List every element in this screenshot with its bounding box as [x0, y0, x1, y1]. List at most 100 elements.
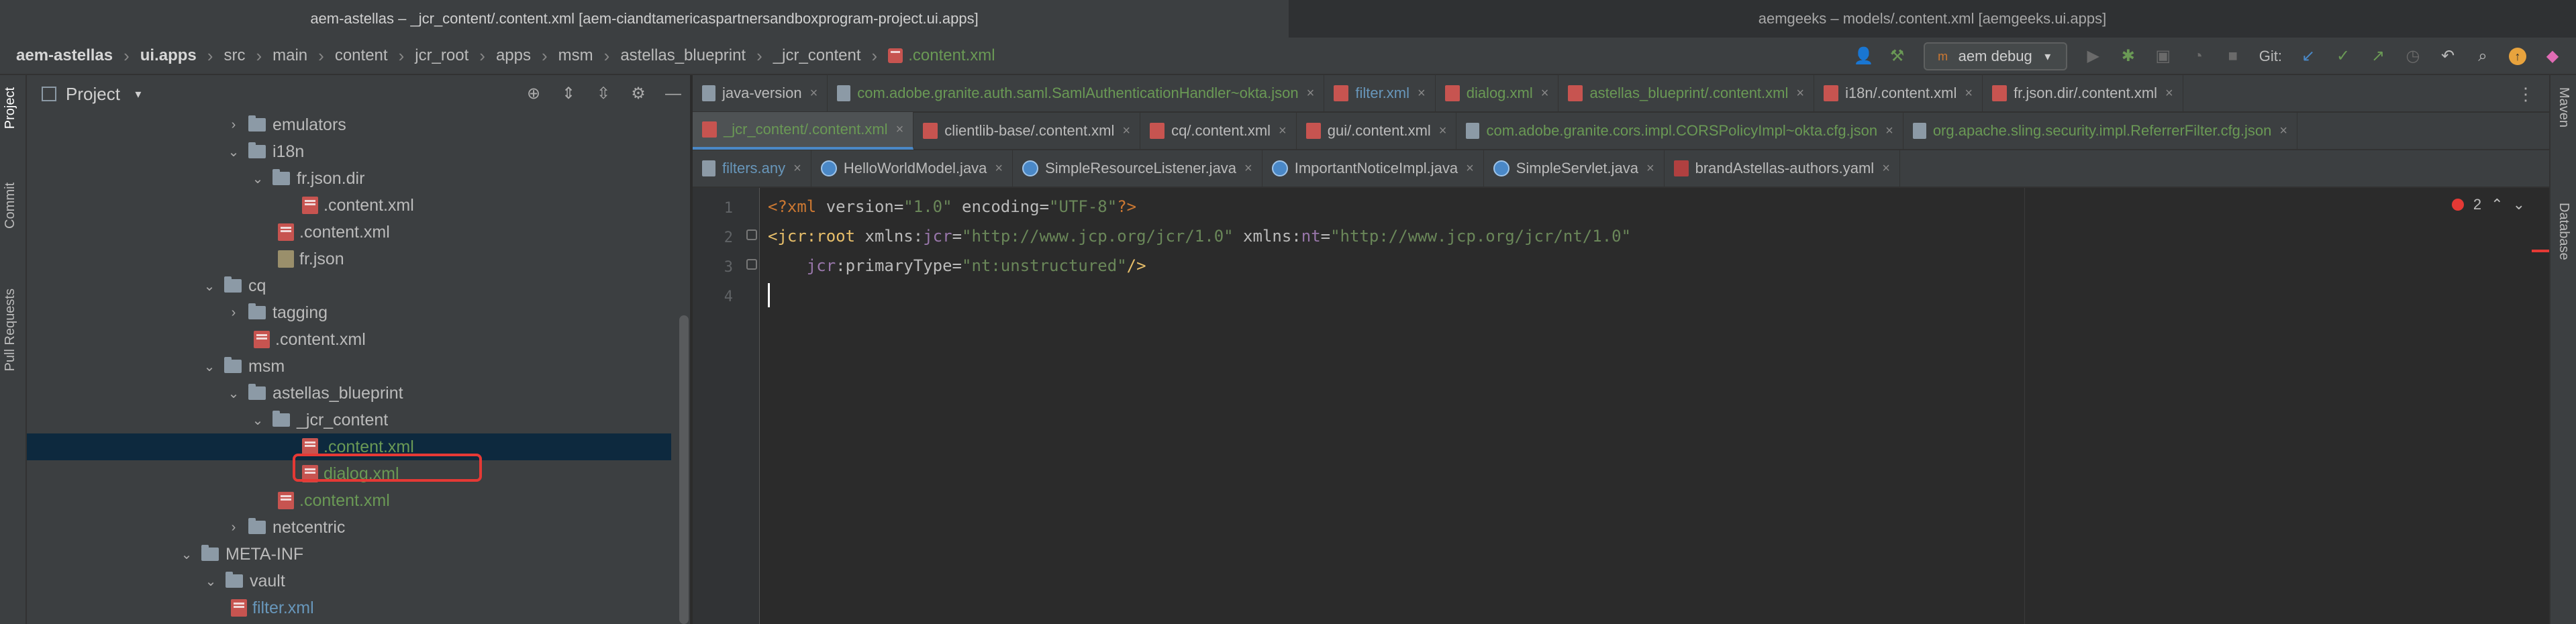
locate-icon[interactable]: ⊕	[525, 85, 542, 103]
collapse-all-icon[interactable]: ⇳	[595, 85, 612, 103]
chevron-down-icon[interactable]: ⌄	[179, 546, 195, 563]
close-icon[interactable]: ×	[1466, 161, 1474, 176]
chevron-down-icon[interactable]: ⌄	[226, 385, 242, 402]
tool-tab-project[interactable]: Project	[3, 87, 18, 129]
tree-item-netcentric[interactable]: › netcentric	[27, 514, 671, 541]
tree-item-content-xml[interactable]: .content.xml	[27, 219, 671, 246]
breadcrumb-msm[interactable]: msm	[558, 46, 593, 65]
close-icon[interactable]: ×	[1796, 86, 1804, 101]
tree-item-content-xml[interactable]: .content.xml	[27, 192, 671, 219]
breadcrumb-module[interactable]: ui.apps	[140, 46, 197, 65]
tab-brand-astellas-authors[interactable]: brandAstellas-authors.yaml ×	[1665, 150, 1900, 187]
close-icon[interactable]: ×	[1885, 123, 1893, 139]
tree-item-cq[interactable]: ⌄ cq	[27, 272, 671, 299]
history-icon[interactable]: ◷	[2404, 48, 2422, 65]
chevron-down-icon[interactable]: ⌄	[250, 170, 266, 187]
tree-item-emulators[interactable]: › emulators	[27, 113, 671, 138]
tab-important-notice-impl[interactable]: ImportantNoticeImpl.java ×	[1262, 150, 1484, 187]
breadcrumb-main[interactable]: main	[273, 46, 307, 65]
chevron-down-icon[interactable]: ⌄	[2513, 196, 2525, 213]
close-icon[interactable]: ×	[896, 122, 904, 138]
gear-icon[interactable]: ⚙	[630, 85, 647, 103]
close-icon[interactable]: ×	[1122, 123, 1130, 139]
update-icon[interactable]: ↑	[2509, 48, 2526, 65]
coverage-icon[interactable]: ▣	[2154, 48, 2172, 65]
breadcrumb-apps[interactable]: apps	[496, 46, 531, 65]
tab-java-version[interactable]: java-version ×	[693, 74, 828, 112]
tab-saml-auth-handler[interactable]: com.adobe.granite.auth.saml.SamlAuthenti…	[828, 74, 1325, 112]
chevron-down-icon[interactable]: ⌄	[226, 144, 242, 160]
tab-cors-policy[interactable]: com.adobe.granite.cors.impl.CORSPolicyIm…	[1456, 112, 1903, 150]
close-icon[interactable]: ×	[810, 86, 818, 101]
close-icon[interactable]: ×	[1244, 161, 1252, 176]
tree-item-filter-xml[interactable]: filter.xml	[27, 594, 671, 621]
tab-clientlib-base-content[interactable]: clientlib-base/.content.xml ×	[913, 112, 1141, 150]
tree-item-tagging[interactable]: › tagging	[27, 299, 671, 326]
tree-item-meta-inf[interactable]: ⌄ META-INF	[27, 541, 671, 568]
breadcrumb-file[interactable]: .content.xml	[888, 46, 995, 65]
tab-simple-servlet[interactable]: SimpleServlet.java ×	[1484, 150, 1665, 187]
profile-icon[interactable]: ◔	[2189, 48, 2207, 65]
error-stripe-mark[interactable]	[2532, 250, 2549, 252]
close-icon[interactable]: ×	[1279, 123, 1287, 139]
hide-icon[interactable]: —	[664, 85, 682, 103]
debug-icon[interactable]: ✱	[2120, 48, 2137, 65]
git-push-icon[interactable]: ↗	[2369, 48, 2387, 65]
git-update-icon[interactable]: ↙	[2299, 48, 2317, 65]
tab-astellas-blueprint-content[interactable]: astellas_blueprint/.content.xml ×	[1558, 74, 1815, 112]
tab-dialog-xml[interactable]: dialog.xml ×	[1436, 74, 1559, 112]
code-editor[interactable]: 1 2 3 4 <?xml version="1.0" encoding="UT…	[693, 188, 2549, 624]
jetbrains-logo-icon[interactable]: ◆	[2544, 48, 2561, 65]
tab-referrer-filter[interactable]: org.apache.sling.security.impl.ReferrerF…	[1903, 112, 2298, 150]
chevron-down-icon[interactable]: ⌄	[201, 278, 217, 295]
tab-fr-json-dir-content[interactable]: fr.json.dir/.content.xml ×	[1983, 74, 2183, 112]
project-panel-title[interactable]: Project	[66, 84, 120, 105]
tree-item-jcr-content[interactable]: ⌄ _jcr_content	[27, 407, 671, 433]
run-icon[interactable]: ▶	[2085, 48, 2102, 65]
tree-item-astellas-blueprint[interactable]: ⌄ astellas_blueprint	[27, 380, 671, 407]
tab-hello-world-model[interactable]: HelloWorldModel.java ×	[811, 150, 1013, 187]
run-configuration-select[interactable]: m aem debug ▾	[1923, 42, 2067, 70]
tab-simple-resource-listener[interactable]: SimpleResourceListener.java ×	[1013, 150, 1262, 187]
tab-cq-content[interactable]: cq/.content.xml ×	[1140, 112, 1297, 150]
close-icon[interactable]: ×	[1418, 86, 1426, 101]
tab-filters-any[interactable]: filters.any ×	[693, 150, 811, 187]
more-tabs-icon[interactable]: ⋮	[2517, 75, 2534, 113]
tree-item-fr-json-dir[interactable]: ⌄ fr.json.dir	[27, 165, 671, 192]
breadcrumb-project[interactable]: aem-astellas	[16, 46, 113, 65]
tree-item-msm[interactable]: ⌄ msm	[27, 353, 671, 380]
close-icon[interactable]: ×	[1882, 161, 1890, 176]
expand-all-icon[interactable]: ⇕	[560, 85, 577, 103]
chevron-up-icon[interactable]: ⌃	[2491, 196, 2503, 213]
tree-item-content-xml[interactable]: .content.xml	[27, 487, 671, 514]
build-hammer-icon[interactable]: ⚒	[1889, 48, 1906, 65]
tool-tab-commit[interactable]: Commit	[3, 183, 18, 229]
inspection-widget[interactable]: 2 ⌃ ⌄	[2451, 196, 2525, 213]
chevron-down-icon[interactable]: ⌄	[203, 573, 219, 590]
git-commit-icon[interactable]: ✓	[2334, 48, 2352, 65]
rollback-icon[interactable]: ↶	[2439, 48, 2457, 65]
tree-item-fr-json[interactable]: fr.json	[27, 246, 671, 272]
close-icon[interactable]: ×	[1541, 86, 1549, 101]
close-icon[interactable]: ×	[1307, 86, 1315, 101]
tool-tab-pull-requests[interactable]: Pull Requests	[3, 289, 18, 371]
search-icon[interactable]: ⌕	[2474, 48, 2491, 65]
close-icon[interactable]: ×	[793, 161, 801, 176]
tab-gui-content[interactable]: gui/.content.xml ×	[1297, 112, 1457, 150]
tree-item-vault[interactable]: ⌄ vault	[27, 568, 671, 594]
breadcrumb-src[interactable]: src	[224, 46, 245, 65]
user-icon[interactable]: 👤	[1854, 48, 1874, 65]
tab-filter-xml[interactable]: filter.xml ×	[1324, 74, 1436, 112]
chevron-right-icon[interactable]: ›	[226, 520, 242, 535]
close-icon[interactable]: ×	[2279, 123, 2287, 139]
breadcrumb-content[interactable]: content	[335, 46, 388, 65]
tab-i18n-content[interactable]: i18n/.content.xml ×	[1814, 74, 1983, 112]
close-icon[interactable]: ×	[2165, 86, 2173, 101]
close-icon[interactable]: ×	[1439, 123, 1447, 139]
chevron-down-icon[interactable]: ⌄	[250, 412, 266, 429]
close-icon[interactable]: ×	[995, 161, 1003, 176]
window-title-inactive[interactable]: aemgeeks – models/.content.xml [aemgeeks…	[1289, 0, 2576, 38]
stop-icon[interactable]: ■	[2224, 48, 2242, 65]
chevron-down-icon[interactable]: ⌄	[201, 358, 217, 375]
close-icon[interactable]: ×	[1646, 161, 1654, 176]
